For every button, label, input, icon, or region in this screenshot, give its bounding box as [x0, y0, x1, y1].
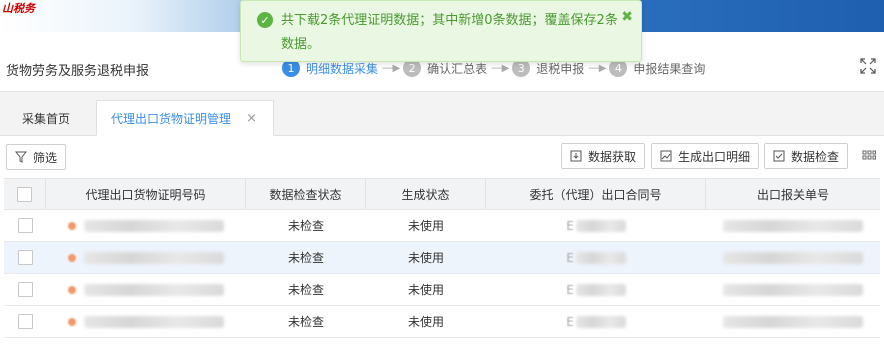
gen-status: 未使用 — [407, 251, 444, 265]
table-row[interactable]: 未检查 未使用 E — [4, 306, 880, 338]
column-header-gen-status[interactable]: 生成状态 — [366, 179, 486, 209]
redacted-marker — [68, 253, 76, 262]
step-label: 明细数据采集 — [306, 61, 379, 76]
filter-button[interactable]: 筛选 — [6, 144, 67, 170]
tab-label: 采集首页 — [21, 111, 70, 126]
column-header-cert-number[interactable]: 代理出口货物证明号码 — [46, 179, 246, 209]
toast-message: 共下载2条代理证明数据；其中新增0条数据；覆盖保存2条数据。 — [281, 13, 618, 52]
gen-status: 未使用 — [407, 219, 444, 233]
redacted-customs-number — [723, 219, 863, 232]
table-header: 代理出口货物证明号码 数据检查状态 生成状态 委托（代理）出口合同号 出口报关单… — [4, 178, 880, 210]
row-checkbox[interactable] — [17, 282, 33, 297]
redacted-cert-number — [84, 315, 224, 328]
row-checkbox[interactable] — [17, 250, 33, 265]
fullscreen-icon[interactable] — [860, 58, 876, 74]
page-title: 货物劳务及服务退税申报 — [6, 64, 150, 79]
chart-icon — [660, 150, 672, 162]
check-circle-icon: ✓ — [257, 12, 273, 28]
step-arrow: ----▶ — [491, 62, 509, 74]
table-row[interactable]: 未检查 未使用 E — [4, 242, 880, 274]
redacted-marker — [68, 317, 76, 326]
table-row[interactable]: 未检查 未使用 E — [4, 210, 880, 242]
redacted-customs-number — [723, 283, 863, 296]
step-label: 退税申报 — [536, 61, 585, 76]
tab-collect-home[interactable]: 采集首页 — [6, 100, 86, 136]
tab-proxy-export-cert[interactable]: 代理出口货物证明管理 × — [96, 100, 274, 136]
contract-prefix: E — [566, 218, 574, 233]
redacted-cert-number — [84, 283, 224, 296]
redacted-customs-number — [723, 315, 863, 328]
step-arrow: ----▶ — [382, 62, 400, 74]
redacted-contract-number — [575, 251, 626, 264]
redacted-cert-number — [84, 219, 224, 232]
check-status: 未检查 — [287, 251, 324, 265]
data-fetch-button[interactable]: 数据获取 — [561, 143, 646, 169]
column-header-check-status[interactable]: 数据检查状态 — [246, 179, 366, 209]
contract-prefix: E — [566, 314, 574, 329]
row-checkbox[interactable] — [17, 314, 33, 329]
redacted-marker — [68, 221, 76, 230]
redacted-cert-number — [84, 251, 224, 264]
step-label: 确认汇总表 — [427, 61, 488, 76]
data-check-label: 数据检查 — [791, 149, 840, 164]
select-all-cell — [4, 179, 46, 209]
gen-status: 未使用 — [407, 283, 444, 297]
step-arrow: ----▶ — [588, 62, 606, 74]
success-toast: ✓ 共下载2条代理证明数据；其中新增0条数据；覆盖保存2条数据。 ✖ — [240, 0, 642, 62]
check-status: 未检查 — [287, 283, 324, 297]
logo-text: 山税务 — [2, 2, 35, 15]
redacted-marker — [68, 285, 76, 294]
filter-icon — [15, 151, 27, 163]
data-fetch-label: 数据获取 — [588, 149, 637, 164]
redacted-contract-number — [575, 283, 626, 296]
toolbar: 筛选 数据获取 生成出口明细 数据检查 — [0, 140, 884, 174]
redacted-contract-number — [575, 315, 626, 328]
table-row[interactable]: 未检查 未使用 E — [4, 274, 880, 306]
tab-bar: 采集首页 代理出口货物证明管理 × — [0, 92, 884, 136]
generate-export-detail-button[interactable]: 生成出口明细 — [651, 143, 760, 169]
column-header-contract-number[interactable]: 委托（代理）出口合同号 — [486, 179, 706, 209]
select-all-checkbox[interactable] — [17, 186, 32, 202]
close-icon[interactable]: × — [246, 111, 257, 126]
gen-status: 未使用 — [407, 315, 444, 329]
data-check-button[interactable]: 数据检查 — [764, 143, 849, 169]
generate-label: 生成出口明细 — [678, 149, 751, 164]
download-icon — [570, 150, 582, 162]
check-status: 未检查 — [287, 219, 324, 233]
contract-prefix: E — [566, 250, 574, 265]
check-status: 未检查 — [287, 315, 324, 329]
row-checkbox[interactable] — [17, 218, 33, 233]
step-label: 申报结果查询 — [633, 61, 706, 76]
close-icon[interactable]: ✖ — [621, 9, 633, 25]
tab-label: 代理出口货物证明管理 — [111, 111, 232, 126]
column-header-customs-number[interactable]: 出口报关单号 — [706, 179, 880, 209]
check-document-icon — [773, 150, 785, 162]
redacted-customs-number — [723, 251, 863, 264]
proxy-cert-table: 代理出口货物证明号码 数据检查状态 生成状态 委托（代理）出口合同号 出口报关单… — [4, 178, 880, 338]
contract-prefix: E — [566, 282, 574, 297]
redacted-contract-number — [575, 219, 626, 232]
filter-label: 筛选 — [33, 150, 58, 165]
grid-settings-icon[interactable] — [862, 150, 876, 164]
